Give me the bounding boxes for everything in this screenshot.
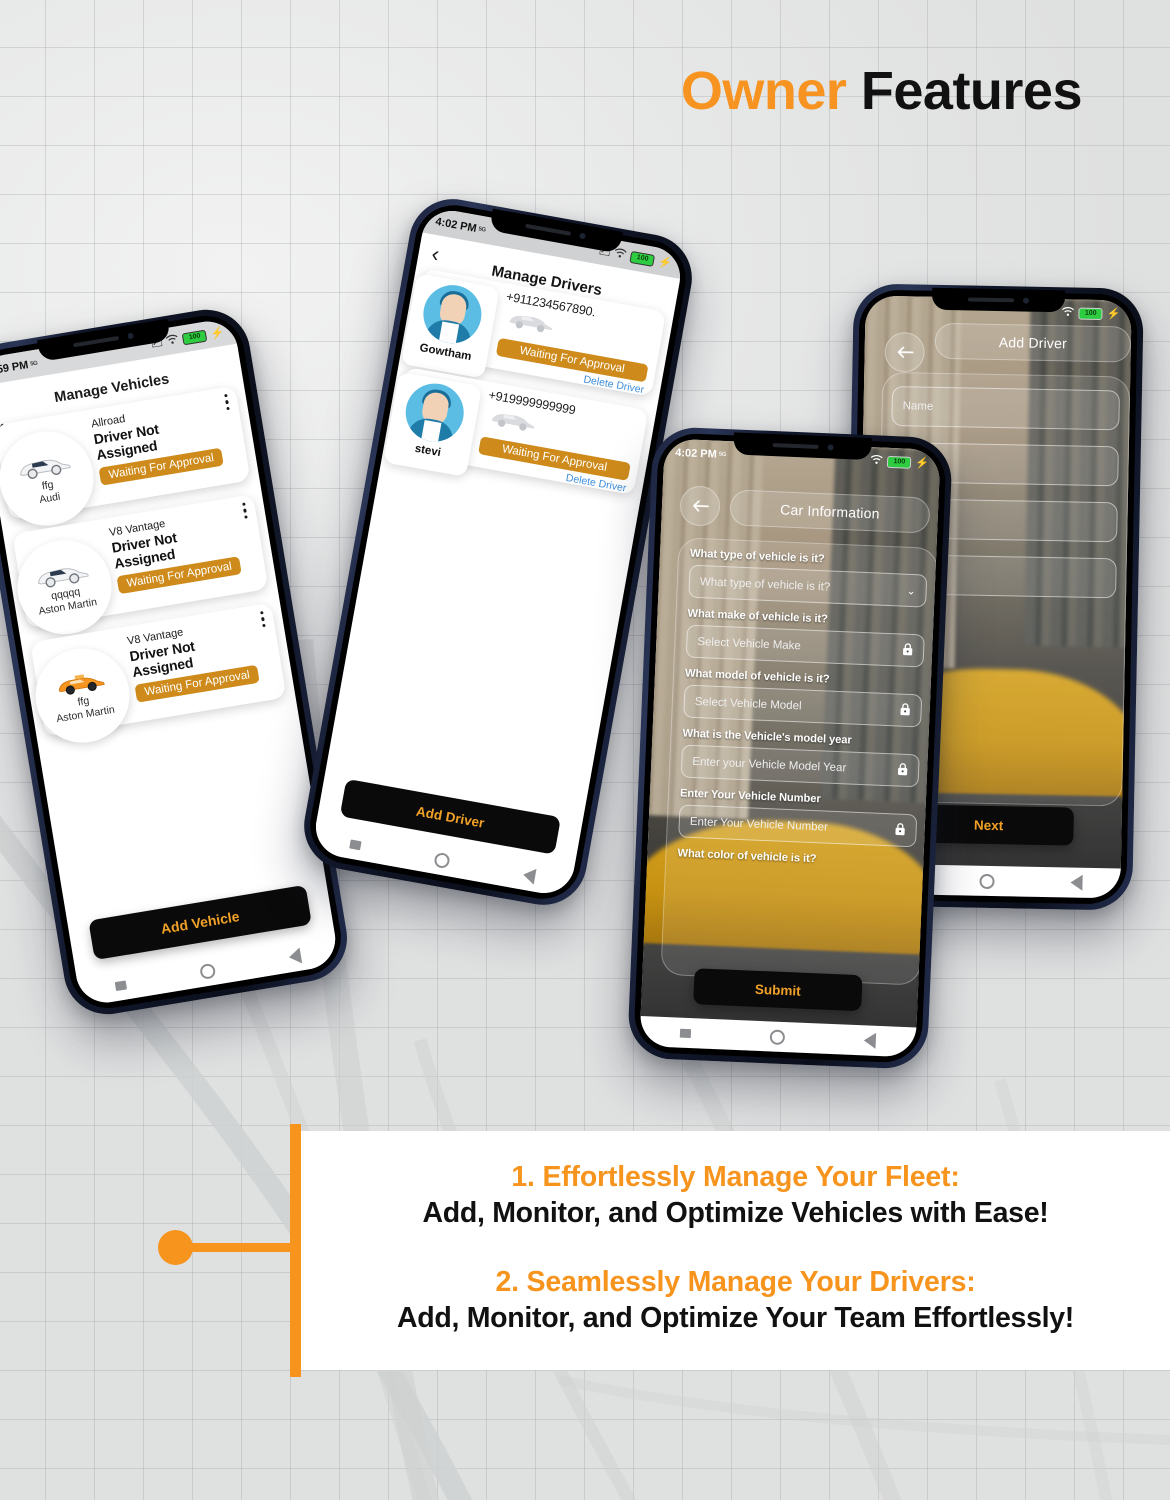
vehicle-make-select[interactable]: Select Vehicle Make xyxy=(685,624,925,668)
caption-title: 2. Seamlessly Manage Your Drivers: xyxy=(495,1266,976,1298)
chevron-down-icon: ⌄ xyxy=(906,584,916,598)
back-nav-icon[interactable] xyxy=(521,866,537,885)
recents-icon[interactable] xyxy=(114,979,128,991)
battery-icon: 100 xyxy=(887,455,912,469)
form-row-vehicle-make: What make of vehicle is it? Select Vehic… xyxy=(685,608,926,668)
page-title-accent: Owner xyxy=(680,61,847,121)
phone-notch xyxy=(931,287,1066,313)
phone-car-information: 4:02 PM 5G 100 ⚡ Car Information What ty… xyxy=(626,425,954,1071)
vehicle-model-select[interactable]: Select Vehicle Model xyxy=(683,684,923,728)
vehicle-options-icon[interactable] xyxy=(259,610,266,628)
field-placeholder: Select Vehicle Make xyxy=(697,635,802,652)
caption-connector-dot xyxy=(158,1230,193,1265)
recents-icon[interactable] xyxy=(349,839,363,850)
caption-block-2: 2. Seamlessly Manage Your Drivers: Add, … xyxy=(319,1266,1152,1335)
vehicle-nickname: ffg xyxy=(76,694,91,709)
vehicle-thumbnail: ffg Aston Martin xyxy=(28,641,137,750)
caption-panel: 1. Effortlessly Manage Your Fleet: Add, … xyxy=(301,1131,1170,1370)
vehicle-nickname: ffg xyxy=(41,478,55,493)
caption-subtitle: Add, Monitor, and Optimize Vehicles with… xyxy=(422,1197,1049,1229)
battery-icon: 100 xyxy=(1078,307,1103,320)
form-row-vehicle-color: What color of vehicle is it? xyxy=(677,847,915,869)
lock-icon xyxy=(902,642,914,658)
caption-block-1: 1. Effortlessly Manage Your Fleet: Add, … xyxy=(319,1161,1152,1230)
home-icon[interactable] xyxy=(433,851,451,869)
driver-list: +911234567890. Waiting For Approval Dele… xyxy=(383,268,667,508)
field-placeholder: Enter your Vehicle Model Year xyxy=(692,755,847,774)
field-label: What color of vehicle is it? xyxy=(677,847,817,866)
vehicle-model-year-input[interactable]: Enter your Vehicle Model Year xyxy=(680,744,920,788)
driver-avatar-box: stevi xyxy=(383,371,483,478)
caption-connector-line xyxy=(188,1243,296,1252)
wifi-icon xyxy=(1062,306,1075,320)
back-nav-icon[interactable] xyxy=(1070,874,1083,891)
phone-screen: 4:02 PM 5G 100 ⚡ Car Information What ty… xyxy=(639,438,941,1058)
field-placeholder: Select Vehicle Model xyxy=(694,695,802,712)
lock-icon xyxy=(897,762,909,778)
avatar xyxy=(418,280,487,348)
home-icon[interactable] xyxy=(979,873,995,889)
arrow-left-icon xyxy=(897,346,914,358)
battery-icon: 100 xyxy=(181,329,208,345)
caption-subtitle: Add, Monitor, and Optimize Your Team Eff… xyxy=(397,1302,1074,1334)
vehicle-number-input[interactable]: Enter Your Vehicle Number xyxy=(678,804,918,848)
form-row-vehicle-number: Enter Your Vehicle Number Enter Your Veh… xyxy=(678,787,918,848)
vehicle-list: Allroad Driver Not Assigned Waiting For … xyxy=(0,385,289,751)
wifi-icon xyxy=(870,454,884,469)
charging-bolt-icon: ⚡ xyxy=(1106,308,1121,321)
orange-taxi-icon xyxy=(58,674,105,695)
charging-bolt-icon: ⚡ xyxy=(915,457,930,470)
back-nav-icon[interactable] xyxy=(863,1032,877,1049)
recents-icon[interactable] xyxy=(679,1028,691,1038)
field-placeholder: Name xyxy=(902,400,934,413)
white-car-icon xyxy=(20,459,71,479)
form-row-vehicle-model: What model of vehicle is it? Select Vehi… xyxy=(683,668,923,728)
field-placeholder: Enter Your Vehicle Number xyxy=(689,815,829,834)
caption-title: 1. Effortlessly Manage Your Fleet: xyxy=(511,1161,960,1193)
page-title-rest: Features xyxy=(860,61,1083,121)
lock-icon xyxy=(899,702,911,718)
wifi-icon xyxy=(165,333,180,349)
vehicle-type-select[interactable]: What type of vehicle is it? ⌄ xyxy=(688,564,928,608)
avatar xyxy=(401,378,469,447)
charging-bolt-icon: ⚡ xyxy=(657,255,673,271)
white-car-icon xyxy=(38,568,89,588)
driver-name: stevi xyxy=(413,442,442,460)
back-nav-icon[interactable] xyxy=(287,947,302,966)
status-time: 4:02 PM xyxy=(434,215,478,235)
home-icon[interactable] xyxy=(769,1028,786,1045)
car-information-form: What type of vehicle is it? What type of… xyxy=(677,548,928,880)
vehicle-thumbnail: ffg Audi xyxy=(0,424,101,533)
status-time: 3:59 PM xyxy=(0,358,30,378)
status-network: 5G xyxy=(477,225,487,234)
driver-name-input[interactable]: Name xyxy=(891,386,1120,431)
status-network: 5G xyxy=(29,360,38,368)
charging-bolt-icon: ⚡ xyxy=(209,326,226,341)
vehicle-make: Audi xyxy=(38,490,62,506)
form-row-model-year: What is the Vehicle's model year Enter y… xyxy=(680,727,921,788)
field-placeholder: What type of vehicle is it? xyxy=(699,575,831,594)
status-network: 5G xyxy=(718,451,727,458)
driver-avatar-box: Gowtham xyxy=(400,273,500,379)
submit-button[interactable]: Submit xyxy=(693,968,863,1012)
lock-icon xyxy=(894,822,906,838)
vehicle-options-icon[interactable] xyxy=(241,502,248,519)
screen-title: Add Driver xyxy=(934,322,1132,363)
vehicle-options-icon[interactable] xyxy=(223,393,230,411)
battery-icon: 100 xyxy=(629,250,656,267)
status-time: 4:02 PM xyxy=(675,446,718,461)
form-row-vehicle-type: What type of vehicle is it? What type of… xyxy=(688,548,928,608)
arrow-left-icon xyxy=(692,500,709,512)
home-icon[interactable] xyxy=(198,962,217,980)
page-title: Owner Features xyxy=(680,60,1083,122)
vehicle-thumbnail: qqqqq Aston Martin xyxy=(10,533,119,642)
